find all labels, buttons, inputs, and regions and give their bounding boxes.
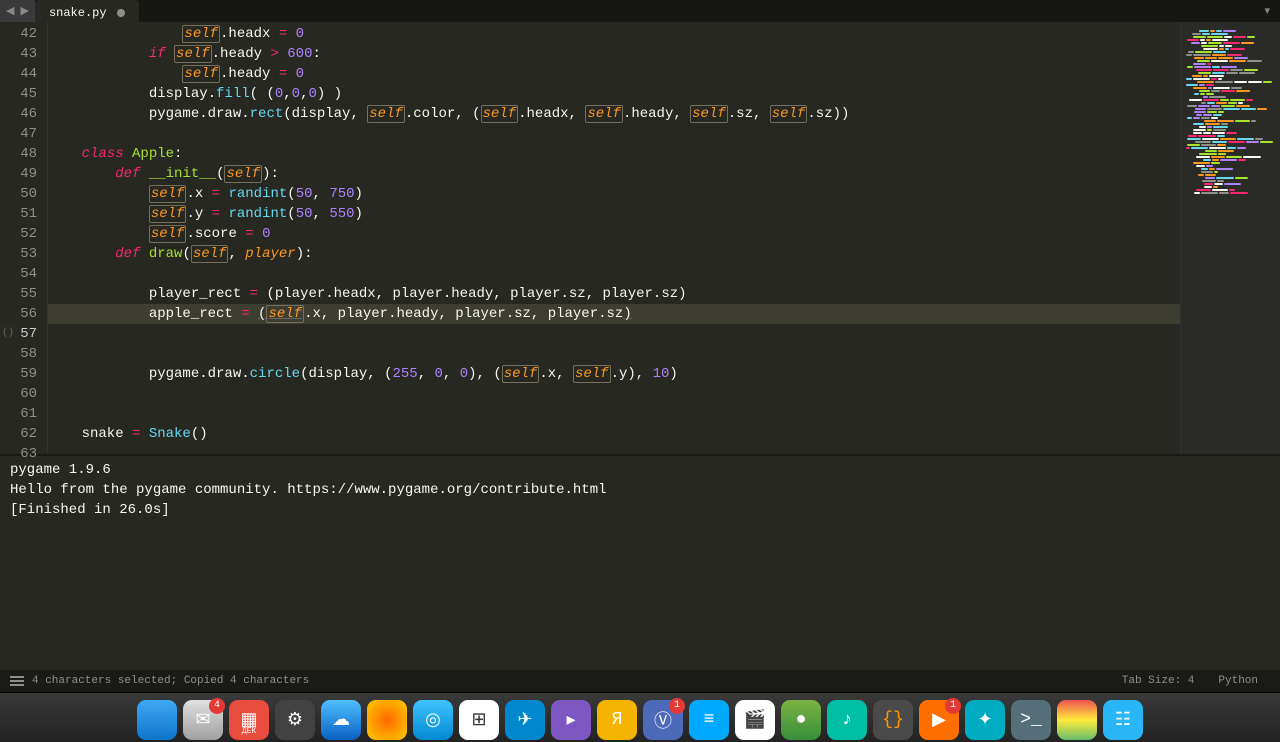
code-line[interactable]	[48, 404, 1180, 424]
tab-filename: snake.py	[49, 6, 107, 20]
line-number: 46	[0, 104, 37, 124]
line-number: 49	[0, 164, 37, 184]
minimap[interactable]	[1180, 22, 1280, 454]
line-number: 57	[0, 324, 37, 344]
code-editor[interactable]: self.headx = 0 if self.heady > 600: self…	[48, 22, 1180, 454]
macos-dock: ✉4▦ДЕК⚙☁◎⊞✈▸ЯⓋ1≡🎬●♪{}▶1✦>_☷	[0, 692, 1280, 742]
code-line[interactable]: if self.heady > 600:	[48, 44, 1180, 64]
line-number: 50	[0, 184, 37, 204]
line-number: 45	[0, 84, 37, 104]
code-line[interactable]: snake = Snake()	[48, 424, 1180, 444]
line-number: 59	[0, 364, 37, 384]
code-line[interactable]: self.x = randint(50, 750)	[48, 184, 1180, 204]
line-number: 58	[0, 344, 37, 364]
status-tab-size[interactable]: Tab Size: 4	[1110, 675, 1207, 687]
code-line[interactable]: class Apple:	[48, 144, 1180, 164]
code-line[interactable]	[48, 264, 1180, 284]
tab-dirty-indicator-icon	[117, 9, 125, 17]
code-line[interactable]: pygame.draw.circle(display, (255, 0, 0),…	[48, 364, 1180, 384]
build-output-panel[interactable]: pygame 1.9.6Hello from the pygame commun…	[0, 454, 1280, 670]
line-number: 56	[0, 304, 37, 324]
status-selection-info: 4 characters selected; Copied 4 characte…	[32, 675, 309, 687]
code-line[interactable]: pygame.draw.rect(display, self.color, (s…	[48, 104, 1180, 124]
dock-badge: 1	[945, 698, 961, 714]
code-line[interactable]: display.fill( (0,0,0) )	[48, 84, 1180, 104]
line-number: 43	[0, 44, 37, 64]
code-line[interactable]: def __init__(self):	[48, 164, 1180, 184]
nav-back-icon[interactable]: ◀	[4, 2, 16, 20]
line-number: 52	[0, 224, 37, 244]
output-line: [Finished in 26.0s]	[10, 500, 1270, 520]
code-line[interactable]: self.headx = 0	[48, 24, 1180, 44]
code-line[interactable]	[48, 324, 1180, 344]
nav-forward-icon[interactable]: ▶	[18, 2, 30, 20]
line-number: 63	[0, 444, 37, 464]
gutter-line-numbers: 4243444546474849505152535455565758596061…	[0, 22, 48, 454]
line-number: 60	[0, 384, 37, 404]
code-line[interactable]: self.score = 0	[48, 224, 1180, 244]
line-number: 62	[0, 424, 37, 444]
status-menu-icon[interactable]	[10, 676, 24, 686]
line-number: 42	[0, 24, 37, 44]
line-number: 55	[0, 284, 37, 304]
dock-badge: 4	[209, 698, 225, 714]
window-title-bar: ◀ ▶ snake.py ▾	[0, 0, 1280, 22]
line-number: 61	[0, 404, 37, 424]
code-line[interactable]	[48, 344, 1180, 364]
code-line[interactable]: player_rect = (player.headx, player.head…	[48, 284, 1180, 304]
code-line[interactable]: self.y = randint(50, 550)	[48, 204, 1180, 224]
code-line[interactable]: self.heady = 0	[48, 64, 1180, 84]
line-number: 51	[0, 204, 37, 224]
line-number: 44	[0, 64, 37, 84]
code-line[interactable]: apple_rect = (self.x, player.heady, play…	[48, 304, 1180, 324]
line-number: 53	[0, 244, 37, 264]
line-number: 47	[0, 124, 37, 144]
code-line[interactable]	[48, 384, 1180, 404]
code-line[interactable]	[48, 124, 1180, 144]
line-number: 48	[0, 144, 37, 164]
status-syntax[interactable]: Python	[1206, 675, 1270, 687]
dock-badge: 1	[669, 698, 685, 714]
code-line[interactable]: def draw(self, player):	[48, 244, 1180, 264]
line-number: 54	[0, 264, 37, 284]
output-line: pygame 1.9.6	[10, 460, 1270, 480]
output-line: Hello from the pygame community. https:/…	[10, 480, 1270, 500]
status-bar: 4 characters selected; Copied 4 characte…	[0, 670, 1280, 692]
